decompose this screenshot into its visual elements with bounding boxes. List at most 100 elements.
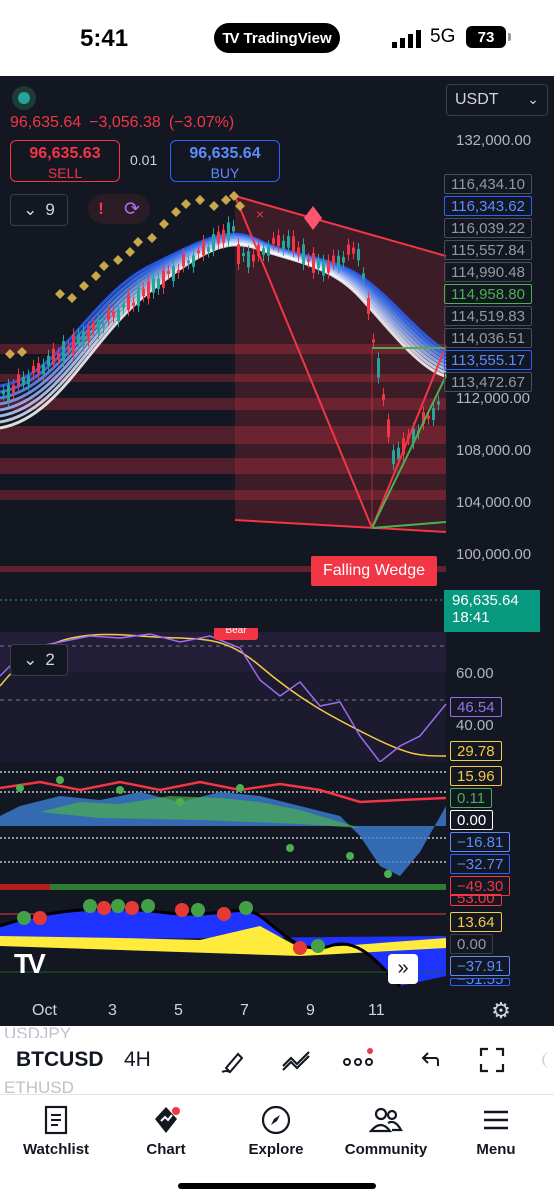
indicator-pane-toggle[interactable]: ⌄ 2 [10,644,68,676]
candle-body [112,312,115,317]
last-price-tag-value: 96,635.64 [452,592,519,609]
candle-body [202,240,205,256]
value-box: 46.54 [450,697,502,717]
alert-controls[interactable]: ! ⟳ [88,194,150,224]
scroll-to-realtime-button[interactable]: » [388,954,418,984]
candle-body [227,222,230,241]
buy-button[interactable]: 96,635.64 BUY [170,140,280,182]
nav-label: Watchlist [22,1141,90,1158]
indicators-toggle[interactable]: ⌄ 9 [10,194,68,226]
candle-body [87,327,90,341]
candle-body [42,364,45,375]
signal-diamond [147,233,157,243]
candle-body [197,250,200,254]
pane3-dot [175,903,189,917]
status-time: 5:41 [80,25,129,52]
alert-icon[interactable]: ! [98,199,104,219]
timeframe-button[interactable]: 4H [124,1048,151,1072]
candle-body [187,260,190,264]
pattern-label[interactable]: Falling Wedge [311,556,437,586]
symbol-picker-next[interactable]: ETHUSD 1D [4,1078,74,1094]
nav-chart[interactable]: Chart [116,1103,216,1158]
value-box: 0.00 [450,934,494,954]
overflow-edge-icon [542,1052,554,1068]
momentum-dot [176,798,184,806]
spread-value: 0.01 [130,152,158,168]
candle-body [57,353,60,360]
candle-body [277,235,280,247]
indicators-icon[interactable] [280,1044,312,1076]
price-tick: 108,000.00 [456,442,532,459]
symbol-button[interactable]: BTCUSD [16,1048,104,1072]
momentum-dot [116,786,124,794]
candle-body [337,255,340,268]
symbol-picker-prev[interactable]: USDJPY 1H [4,1024,71,1038]
signal-diamond [209,201,219,211]
signal-diamond [159,219,169,229]
nav-watchlist[interactable]: Watchlist [6,1103,106,1158]
price-axis[interactable]: 132,000.00 116,434.10 116,343.62 116,039… [444,76,554,1026]
time-tick: 3 [108,1002,117,1019]
oscillator-tick: 60.00 [456,665,494,682]
candle-body [147,281,150,299]
candle-body [312,252,315,273]
candle-body [327,260,330,273]
pane3-dot [191,903,205,917]
value-box: −49.30 [450,876,511,896]
price-change-line: 96,635.64 −3,056.38 (−3.07%) [10,114,242,132]
undo-icon[interactable] [414,1044,446,1076]
battery-level: 73 [477,28,495,46]
candle-body [142,288,145,297]
pane3-dot [239,901,253,915]
candle-body [307,258,310,262]
fullscreen-icon[interactable] [476,1044,508,1076]
buy-label: BUY [210,165,240,181]
sell-button[interactable]: 96,635.63 SELL [10,140,120,182]
chevron-down-icon: ⌄ [23,200,38,219]
candle-body [342,257,345,263]
nav-explore[interactable]: Explore [226,1103,326,1158]
oscillator-tick: 40.00 [456,717,494,734]
level-box: 114,519.83 [444,306,532,326]
chart-area[interactable]: × 96,635.64 −3,056.38 (−3.07%) 96,635.63 S… [0,76,554,1026]
candle-body [437,401,440,405]
candle-body [7,384,10,401]
nav-label: Menu [476,1141,516,1158]
time-axis[interactable]: Oct 3 5 7 9 11 ⚙ [0,996,554,1026]
level-box: 114,036.51 [444,328,532,348]
candle-body [62,341,65,362]
refresh-icon[interactable]: ⟳ [124,198,140,221]
candle-body [317,259,320,269]
candle-body [102,323,105,328]
candle-body [152,278,155,293]
more-icon[interactable] [342,1044,374,1076]
value-box: 0.11 [450,788,493,808]
candle-body [117,309,120,322]
candle-body [267,246,270,256]
gear-icon[interactable]: ⚙ [488,998,514,1024]
time-tick: 5 [174,1002,183,1019]
brush-icon[interactable] [218,1044,250,1076]
time-tick: Oct [32,1002,57,1019]
pane-indicator-count: 2 [45,650,55,669]
value-box: −16.81 [450,832,511,852]
last-price-tag: 96,635.64 18:41 [444,590,540,632]
tradingview-app: 5:41 TV TradingView 5G 73 × 96,635.64 −3,… [0,0,554,1200]
candle-body [177,269,180,273]
nav-menu[interactable]: Menu [446,1103,546,1158]
candle-body [297,247,300,256]
nav-community[interactable]: Community [336,1103,436,1158]
candle-body [12,384,15,393]
candle-body [362,273,365,280]
main-pane-backgrounds [0,196,446,601]
candle-body [357,248,360,261]
chart-icon [155,1107,180,1133]
sell-label: SELL [47,165,83,181]
app-pill[interactable]: TV TradingView [214,23,340,53]
price-tick: 112,000.00 [456,390,530,407]
market-status-icon[interactable] [12,86,36,110]
candle-body [252,254,255,262]
candle-body [432,408,435,420]
candle-body [107,309,110,321]
pane3-dot [83,899,97,913]
